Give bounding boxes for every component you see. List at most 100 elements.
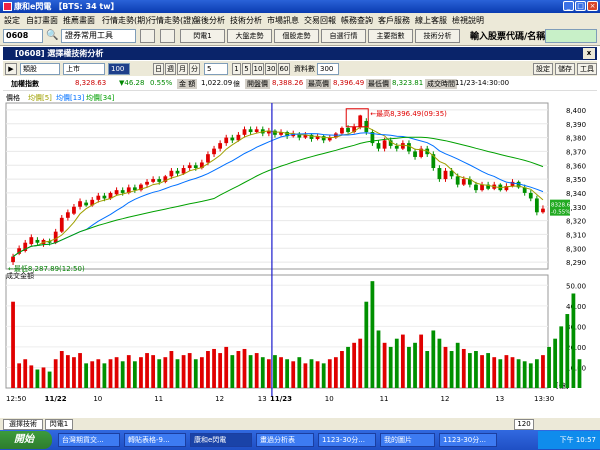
volume-bar — [41, 367, 46, 388]
volume-bar — [163, 357, 168, 388]
volume-bar — [528, 363, 533, 388]
app-icon — [3, 2, 12, 11]
tab-select-tech[interactable]: 選擇技術 — [3, 419, 43, 430]
start-button[interactable]: 開始 — [0, 431, 52, 449]
task-1123-a[interactable]: 1123-30分... — [318, 433, 376, 447]
stock-code-input[interactable] — [545, 29, 597, 43]
volume-bar — [236, 351, 241, 388]
task-table[interactable]: 轉貼表格-9... — [124, 433, 186, 447]
minute-5-button[interactable]: 5 — [242, 63, 251, 75]
volume-bar — [65, 355, 70, 388]
candle-body — [480, 184, 484, 191]
tools-button[interactable]: 工具 — [577, 63, 597, 75]
zoom-value[interactable]: 120 — [514, 419, 534, 430]
menu-item-market-news[interactable]: 市場訊息 — [267, 15, 299, 26]
candle-body — [340, 127, 344, 134]
volume-bar — [285, 359, 290, 388]
candle-body — [53, 231, 58, 243]
tab-flash1[interactable]: 閃電1 — [45, 419, 73, 430]
panel-close-icon[interactable]: x — [583, 48, 595, 59]
menu-item-settings[interactable]: 設定 — [4, 15, 20, 26]
close-icon[interactable]: × — [587, 1, 598, 11]
watchlist-button[interactable]: 自選行情 — [321, 29, 366, 43]
x-tick-label: 13:30 — [534, 395, 554, 403]
period-week[interactable]: 週 — [165, 63, 176, 75]
stock-trend-button[interactable]: 個股走勢 — [274, 29, 319, 43]
candle-body — [437, 168, 442, 180]
candle-body — [96, 195, 101, 200]
menu-item-trade-report[interactable]: 交易回報 — [304, 15, 336, 26]
price-title: 價格 — [6, 93, 20, 102]
candle-body — [65, 212, 70, 218]
settings-button[interactable]: 設定 — [533, 63, 553, 75]
minute-1-button[interactable]: 1 — [232, 63, 241, 75]
candle-body — [461, 179, 466, 185]
volume-bar — [224, 346, 229, 388]
period-month[interactable]: 月 — [177, 63, 188, 75]
save-button[interactable]: 儲存 — [555, 63, 575, 75]
volume-bar — [309, 359, 314, 388]
candlestick-chart[interactable]: 價格 均價[5] 均價[13] 均價[34] 成交金額 [億] 8,2908,3… — [0, 91, 600, 405]
bars-input[interactable]: 300 — [317, 63, 339, 75]
minimize-icon[interactable]: _ — [563, 1, 574, 11]
price-tick-label: 8,360 — [566, 162, 586, 170]
candle-body — [230, 137, 235, 141]
market-trend-button[interactable]: 大盤走勢 — [227, 29, 272, 43]
task-analysis[interactable]: 畫過分析表 — [256, 433, 314, 447]
menu-item-recommended[interactable]: 推薦畫面 — [63, 15, 95, 26]
candle-body — [407, 143, 411, 152]
maximize-icon[interactable]: □ — [575, 1, 586, 11]
menu-item-account[interactable]: 帳務查詢 — [341, 15, 373, 26]
volume-bar — [29, 365, 34, 388]
main-index-button[interactable]: 主要指數 — [368, 29, 413, 43]
volume-bar — [181, 355, 186, 388]
open-label: 開盤價 — [245, 79, 270, 89]
category-select[interactable]: 類股 — [20, 63, 60, 75]
volume-bar — [218, 353, 223, 388]
grid-icon[interactable] — [160, 29, 175, 43]
price-tick-label: 8,390 — [566, 121, 586, 129]
chart-area[interactable]: 價格 均價[5] 均價[13] 均價[34] 成交金額 [億] 8,2908,3… — [0, 91, 600, 405]
task-futures[interactable]: 台灣期貨交... — [58, 433, 120, 447]
minute-select[interactable]: 5 — [204, 63, 228, 75]
num-select[interactable]: 100 — [108, 63, 130, 75]
volume-bar — [565, 314, 570, 388]
menu-item-help[interactable]: 檢視說明 — [452, 15, 484, 26]
period-day[interactable]: 日 — [153, 63, 164, 75]
minute-60-button[interactable]: 60 — [278, 63, 290, 75]
menu-item-technical[interactable]: 技術分析 — [230, 15, 262, 26]
menu-item-stock-quotes[interactable]: 行情走勢(證) — [148, 15, 194, 26]
volume-bar — [474, 351, 478, 388]
x-tick-label: 13 — [258, 395, 267, 403]
tool-select[interactable]: 證券常用工具 — [61, 29, 136, 43]
play-icon[interactable]: ▶ — [5, 63, 17, 75]
flash1-button[interactable]: 閃電1 — [180, 29, 225, 43]
candle-body — [248, 129, 253, 133]
technical-analysis-button[interactable]: 技術分析 — [415, 29, 460, 43]
volume-bar — [571, 293, 576, 388]
price-change: ▼46.28 — [119, 79, 145, 87]
volume-bar — [266, 359, 271, 388]
volume-bar — [346, 346, 350, 388]
volume-bar — [11, 301, 15, 388]
menu-item-custom-screen[interactable]: 自訂畫面 — [26, 15, 58, 26]
period-minute[interactable]: 分 — [189, 63, 200, 75]
toolbox-icon[interactable] — [140, 29, 155, 43]
volume-bar — [394, 338, 399, 388]
menu-item-online-service[interactable]: 線上客服 — [415, 15, 447, 26]
volume-bar — [413, 342, 417, 388]
minute-30-button[interactable]: 30 — [265, 63, 277, 75]
volume-bar — [279, 357, 283, 388]
minute-10-button[interactable]: 10 — [252, 63, 264, 75]
search-icon[interactable]: 🔍 — [46, 30, 58, 41]
volume-bar — [364, 301, 369, 388]
task-pictures[interactable]: 我的圖片 — [380, 433, 435, 447]
task-kanghe[interactable]: 康和e閃電 — [190, 433, 252, 447]
market-select[interactable]: 上市 — [63, 63, 105, 75]
menu-item-service[interactable]: 客戶服務 — [378, 15, 410, 26]
task-1123-b[interactable]: 1123-30分... — [439, 433, 497, 447]
candle-body — [169, 170, 174, 177]
code-combobox[interactable]: 0608 — [3, 29, 43, 43]
menu-item-after-hours[interactable]: 盤後分析 — [193, 15, 225, 26]
menu-item-futures-quotes[interactable]: 行情走勢(期) — [102, 15, 148, 26]
